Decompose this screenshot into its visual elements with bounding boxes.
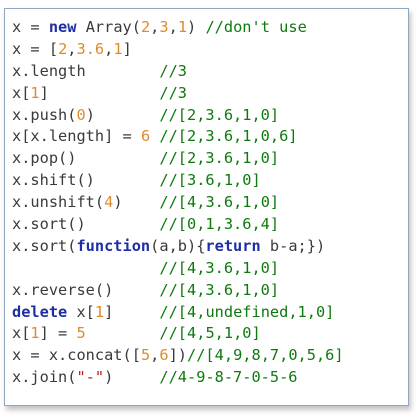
code-text: x[ — [12, 83, 31, 102]
code-line: delete x[1] //[4,undefined,1,0] — [12, 302, 344, 324]
number-token: 1 — [177, 18, 188, 36]
comment-token: //[2,3.6,1,0] — [159, 105, 280, 124]
code-text: ) — [104, 368, 160, 387]
number-token: 2 — [140, 18, 151, 36]
code-line: x.push(0) //[2,3.6,1,0] — [12, 105, 344, 127]
comment-token: //[3.6,1,0] — [159, 171, 261, 190]
code-line: x.reverse() //[4,3.6,1,0] — [12, 280, 344, 302]
code-text: , — [168, 18, 178, 36]
string-token: "-" — [76, 368, 105, 387]
code-text: x[ — [12, 324, 31, 343]
number-token: 1 — [30, 83, 40, 102]
code-text: ) — [187, 18, 206, 36]
code-text: b-a;}) — [260, 236, 326, 255]
code-line: x.sort() //[0,1,3.6,4] — [12, 214, 344, 236]
number-token: 5 — [76, 324, 86, 343]
code-text: x.reverse() — [12, 280, 160, 299]
number-token: 5 — [140, 346, 151, 365]
comment-token: //[4,9,8,7,0,5,6] — [187, 346, 344, 365]
code-text: ] — [39, 83, 160, 102]
code-text: x = x.concat([ — [12, 346, 141, 365]
code-line: //[4,3.6,1,0] — [12, 258, 344, 280]
code-text: x = [ — [12, 39, 59, 58]
code-text: x.shift() — [12, 171, 160, 190]
code-line: x[1] //3 — [12, 83, 344, 105]
code-text: x.unshift( — [12, 193, 105, 212]
code-text: , — [150, 18, 160, 36]
code-text: ]) — [168, 346, 188, 365]
number-token: 1 — [113, 39, 123, 58]
code-text: (a,b){ — [150, 236, 206, 255]
comment-token: //3 — [159, 61, 187, 80]
comment-token: //[4,3.6,1,0] — [159, 258, 280, 277]
comment-token: //3 — [159, 83, 188, 102]
keyword-token: function — [76, 236, 151, 255]
comment-token: //[4,3.6,1,0] — [159, 280, 280, 299]
comment-token: //[0,1,3.6,4] — [159, 215, 280, 234]
comment-token: //[4,5,1,0] — [159, 324, 261, 343]
code-text: , — [104, 39, 114, 58]
code-panel: x = new Array(2,3,1) //don't use x = [2,3… — [4, 8, 409, 406]
number-token: 0 — [76, 105, 86, 124]
code-line: x.shift() //[3.6,1,0] — [12, 170, 344, 192]
number-token: 3.6 — [76, 39, 105, 58]
code-text: Array( — [76, 18, 141, 36]
code-text: x = — [12, 18, 49, 36]
comment-token: //[4,3.6,1,0] — [159, 193, 280, 212]
code-line: x = [2,3.6,1] — [12, 39, 344, 61]
number-token: 1 — [30, 324, 40, 343]
code-line: x.length //3 — [12, 61, 344, 83]
comment-token: //4-9-8-7-0-5-6 — [159, 368, 298, 387]
code-text: , — [150, 346, 160, 365]
keyword-token: delete — [12, 302, 68, 321]
code-block: x = new Array(2,3,1) //don't use x = [2,3… — [12, 17, 344, 389]
code-text: x.push( — [12, 105, 77, 124]
number-token: 4 — [104, 193, 114, 212]
code-line: x.sort(function(a,b){return b-a;}) — [12, 236, 344, 258]
number-token: 6 — [140, 127, 151, 146]
keyword-token: new — [48, 18, 77, 36]
code-text: ] — [104, 302, 160, 321]
comment-token: //[2,3.6,1,0] — [159, 149, 280, 168]
code-line: x[1] = 5 //[4,5,1,0] — [12, 323, 344, 345]
comment-token: //[2,3.6,1,0,6] — [159, 127, 298, 146]
code-text: x.join( — [12, 368, 77, 387]
number-token: 1 — [94, 302, 105, 321]
code-text: x.pop() — [12, 149, 160, 168]
code-line: x.unshift(4) //[4,3.6,1,0] — [12, 192, 344, 214]
code-text: ] = — [39, 324, 77, 343]
code-text: ] — [122, 39, 132, 58]
code-text: ) — [113, 193, 160, 212]
code-text: x.length — [12, 61, 160, 80]
code-line: x[x.length] = 6 //[2,3.6,1,0,6] — [12, 126, 344, 148]
code-text: , — [67, 39, 77, 58]
code-line: x.pop() //[2,3.6,1,0] — [12, 148, 344, 170]
number-token: 6 — [159, 346, 169, 365]
number-token: 3 — [159, 18, 169, 36]
comment-token: //don't use — [205, 18, 307, 36]
number-token: 2 — [58, 39, 68, 58]
code-text: x[x.length] = — [12, 127, 141, 146]
code-line: x.join("-") //4-9-8-7-0-5-6 — [12, 367, 344, 389]
code-text: x[ — [67, 302, 95, 321]
comment-token: //[4,undefined,1,0] — [159, 302, 335, 321]
code-text: ) — [85, 105, 160, 124]
keyword-token: return — [205, 236, 261, 255]
code-line: x = new Array(2,3,1) //don't use — [12, 17, 344, 39]
code-line: x = x.concat([5,6])//[4,9,8,7,0,5,6] — [12, 345, 344, 367]
code-text: x.sort() — [12, 215, 160, 234]
code-text: x.sort( — [12, 236, 77, 255]
